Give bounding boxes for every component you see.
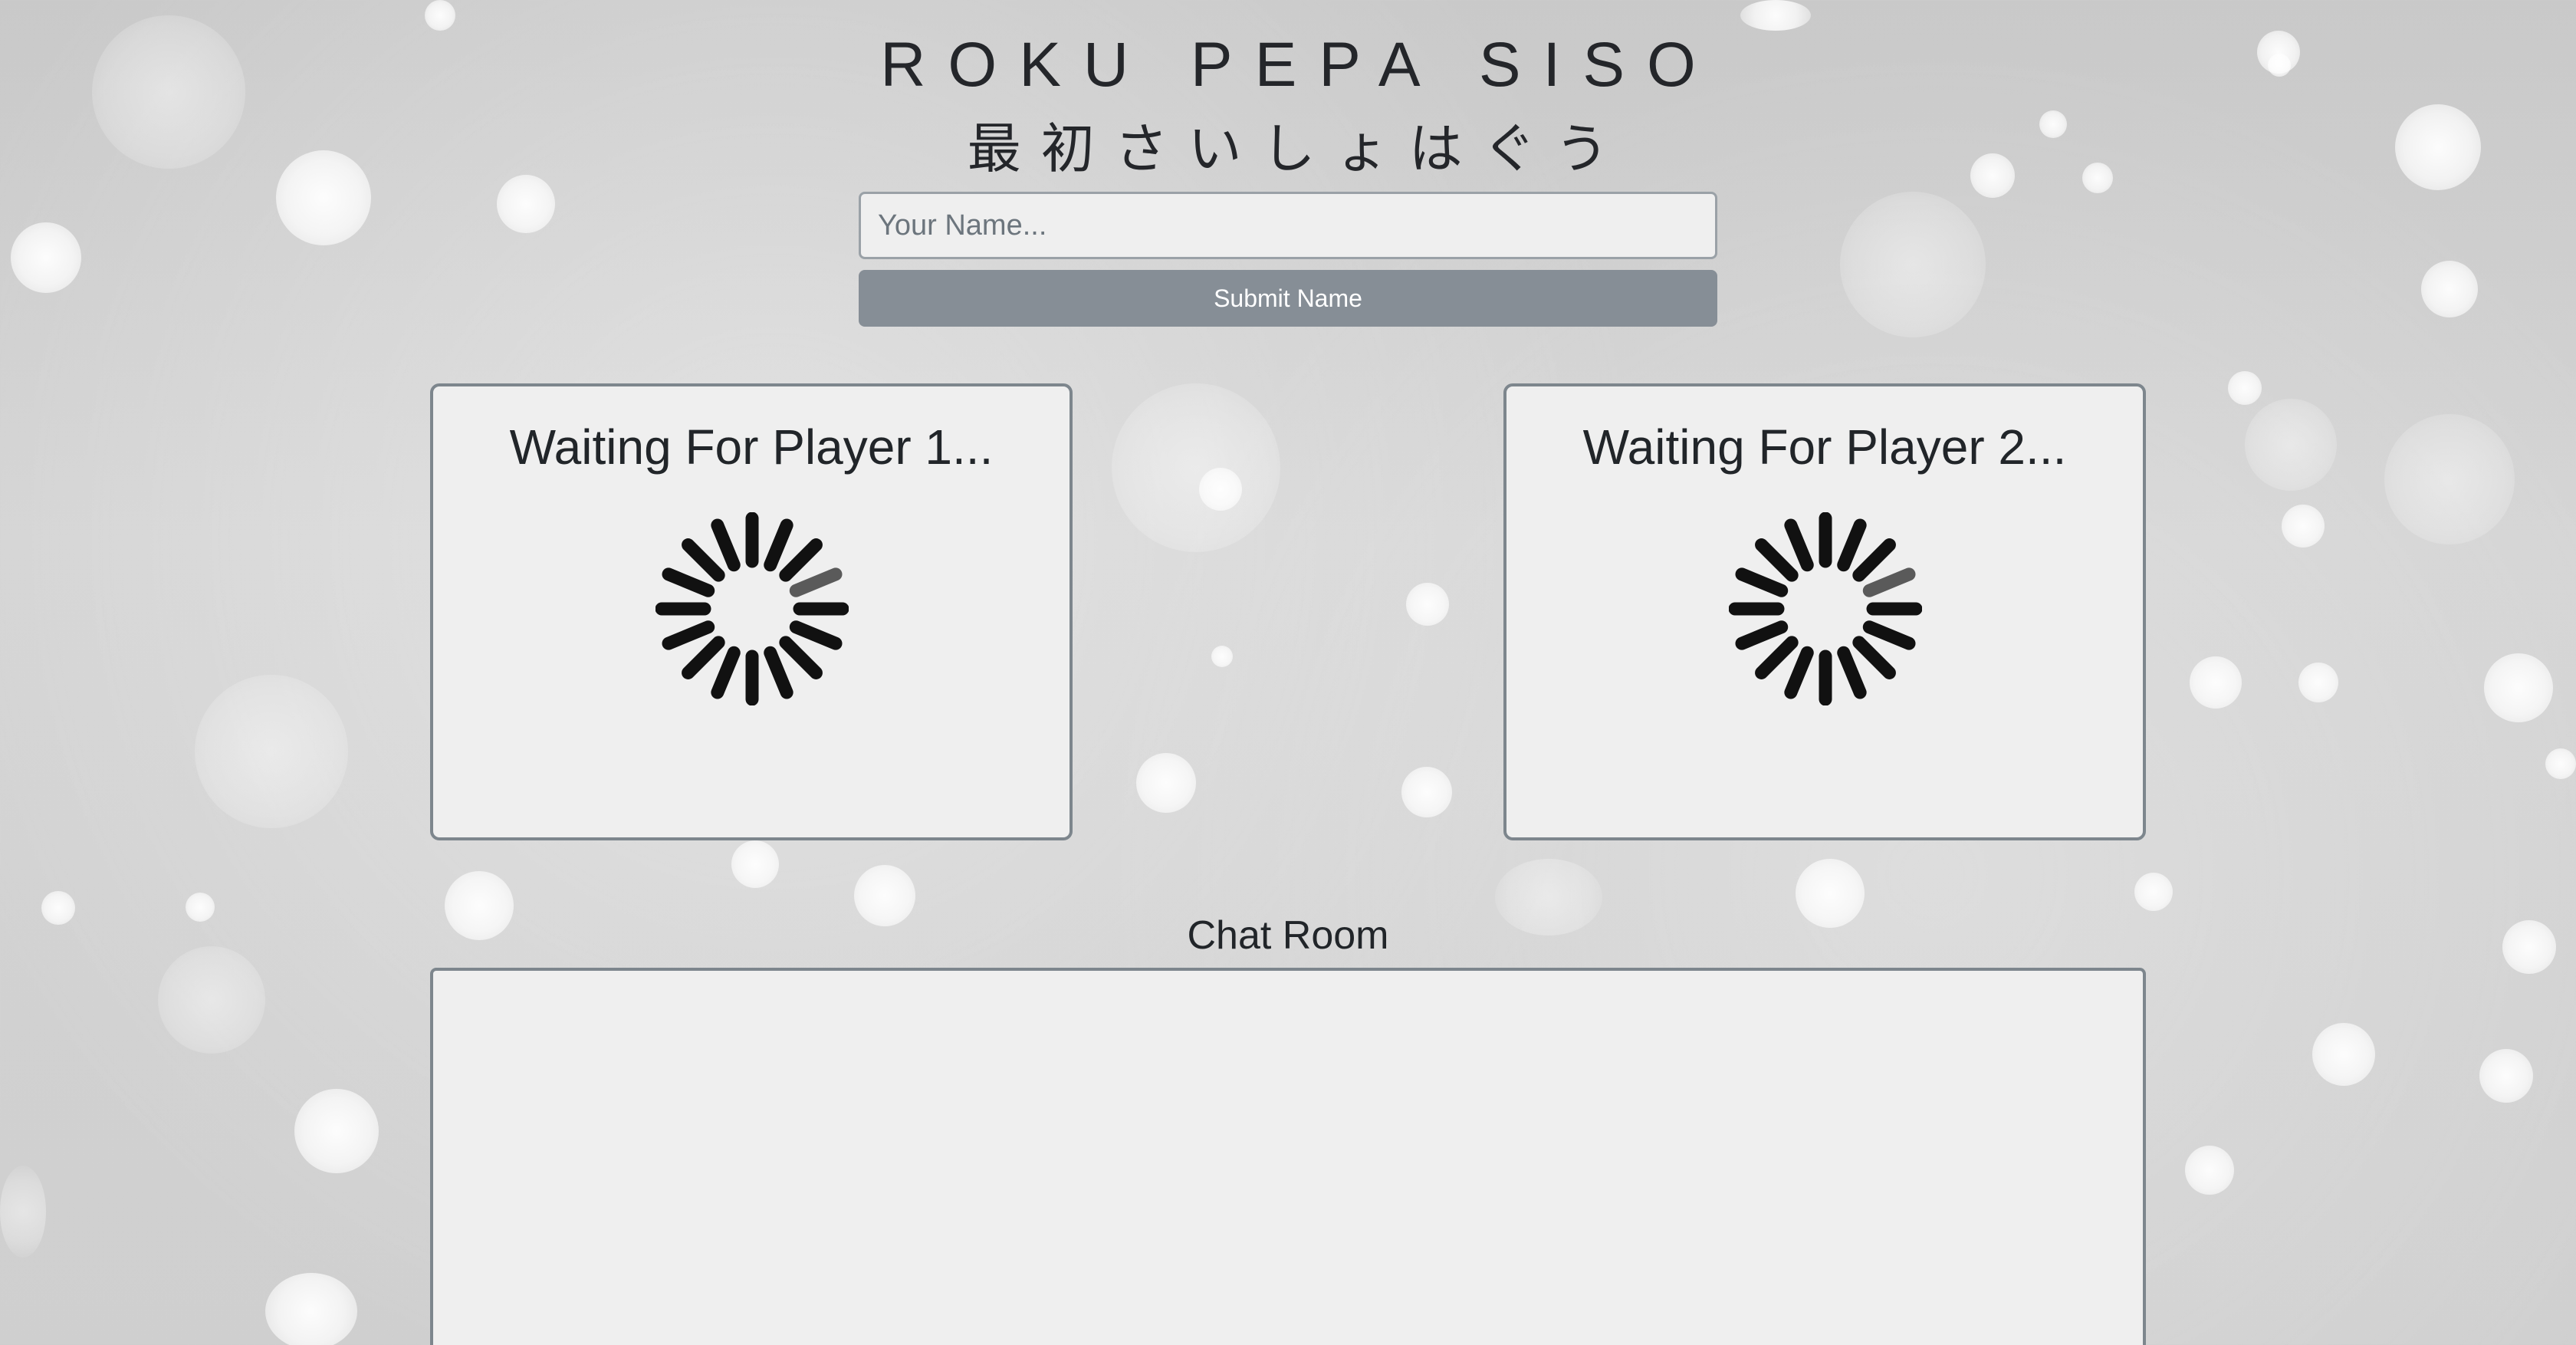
player-1-card: Waiting For Player 1... xyxy=(430,383,1073,840)
spinner-spoke xyxy=(764,646,794,699)
spinner-spoke xyxy=(682,538,725,582)
spinner-spoke xyxy=(779,636,823,679)
spinner-spoke xyxy=(1852,636,1896,679)
app-root: ROKU PEPA SISO 最初さいしょはぐう Submit Name Wai… xyxy=(0,0,2576,1345)
spinner-spoke xyxy=(662,567,715,597)
loading-spinner-icon xyxy=(656,512,849,705)
spinner-spoke xyxy=(1837,646,1867,699)
submit-name-button[interactable]: Submit Name xyxy=(859,270,1717,327)
player-2-card: Waiting For Player 2... xyxy=(1503,383,2146,840)
page-title: ROKU PEPA SISO xyxy=(880,30,1718,100)
spinner-spoke xyxy=(1837,518,1867,572)
name-input[interactable] xyxy=(859,192,1717,259)
spinner-spoke xyxy=(711,518,741,572)
spinner-spoke xyxy=(764,518,794,572)
spinner-spoke xyxy=(1862,567,1916,597)
spinner-spoke xyxy=(1784,518,1814,572)
spinner-spoke xyxy=(1784,646,1814,699)
spinner-spoke xyxy=(1735,567,1789,597)
spinner-spoke xyxy=(682,636,725,679)
spinner-spoke xyxy=(662,620,715,650)
spinner-spoke xyxy=(1735,620,1789,650)
spinner-spoke xyxy=(1755,538,1799,582)
spinner-spoke xyxy=(711,646,741,699)
spinner-spoke xyxy=(789,620,843,650)
spinner-spoke xyxy=(789,567,843,597)
spinner-spoke xyxy=(1755,636,1799,679)
player-1-status: Waiting For Player 1... xyxy=(509,419,994,475)
player-2-status: Waiting For Player 2... xyxy=(1582,419,2067,475)
chat-room-title: Chat Room xyxy=(1187,913,1389,958)
chat-messages-box[interactable] xyxy=(430,968,2146,1345)
spinner-spoke xyxy=(1862,620,1916,650)
spinner-spoke xyxy=(779,538,823,582)
spinner-spoke xyxy=(1852,538,1896,582)
page-subtitle: 最初さいしょはぐう xyxy=(967,119,1629,179)
loading-spinner-icon xyxy=(1729,512,1922,705)
